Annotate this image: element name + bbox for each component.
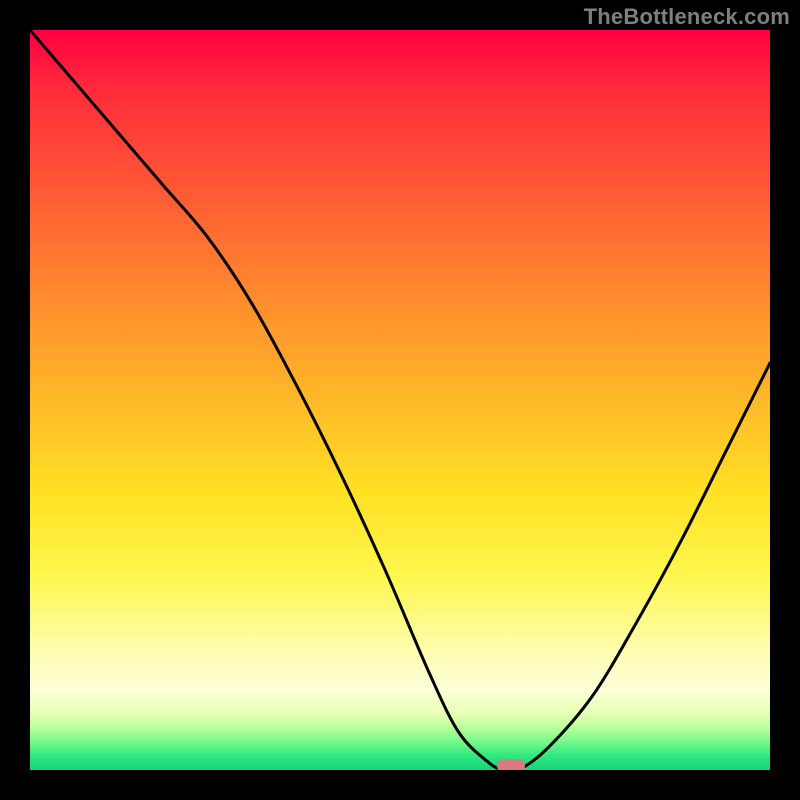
bottleneck-curve [30,30,770,770]
curve-svg [30,30,770,770]
optimum-marker [497,759,525,770]
plot-area [30,30,770,770]
chart-frame: TheBottleneck.com [0,0,800,800]
watermark-text: TheBottleneck.com [584,4,790,30]
